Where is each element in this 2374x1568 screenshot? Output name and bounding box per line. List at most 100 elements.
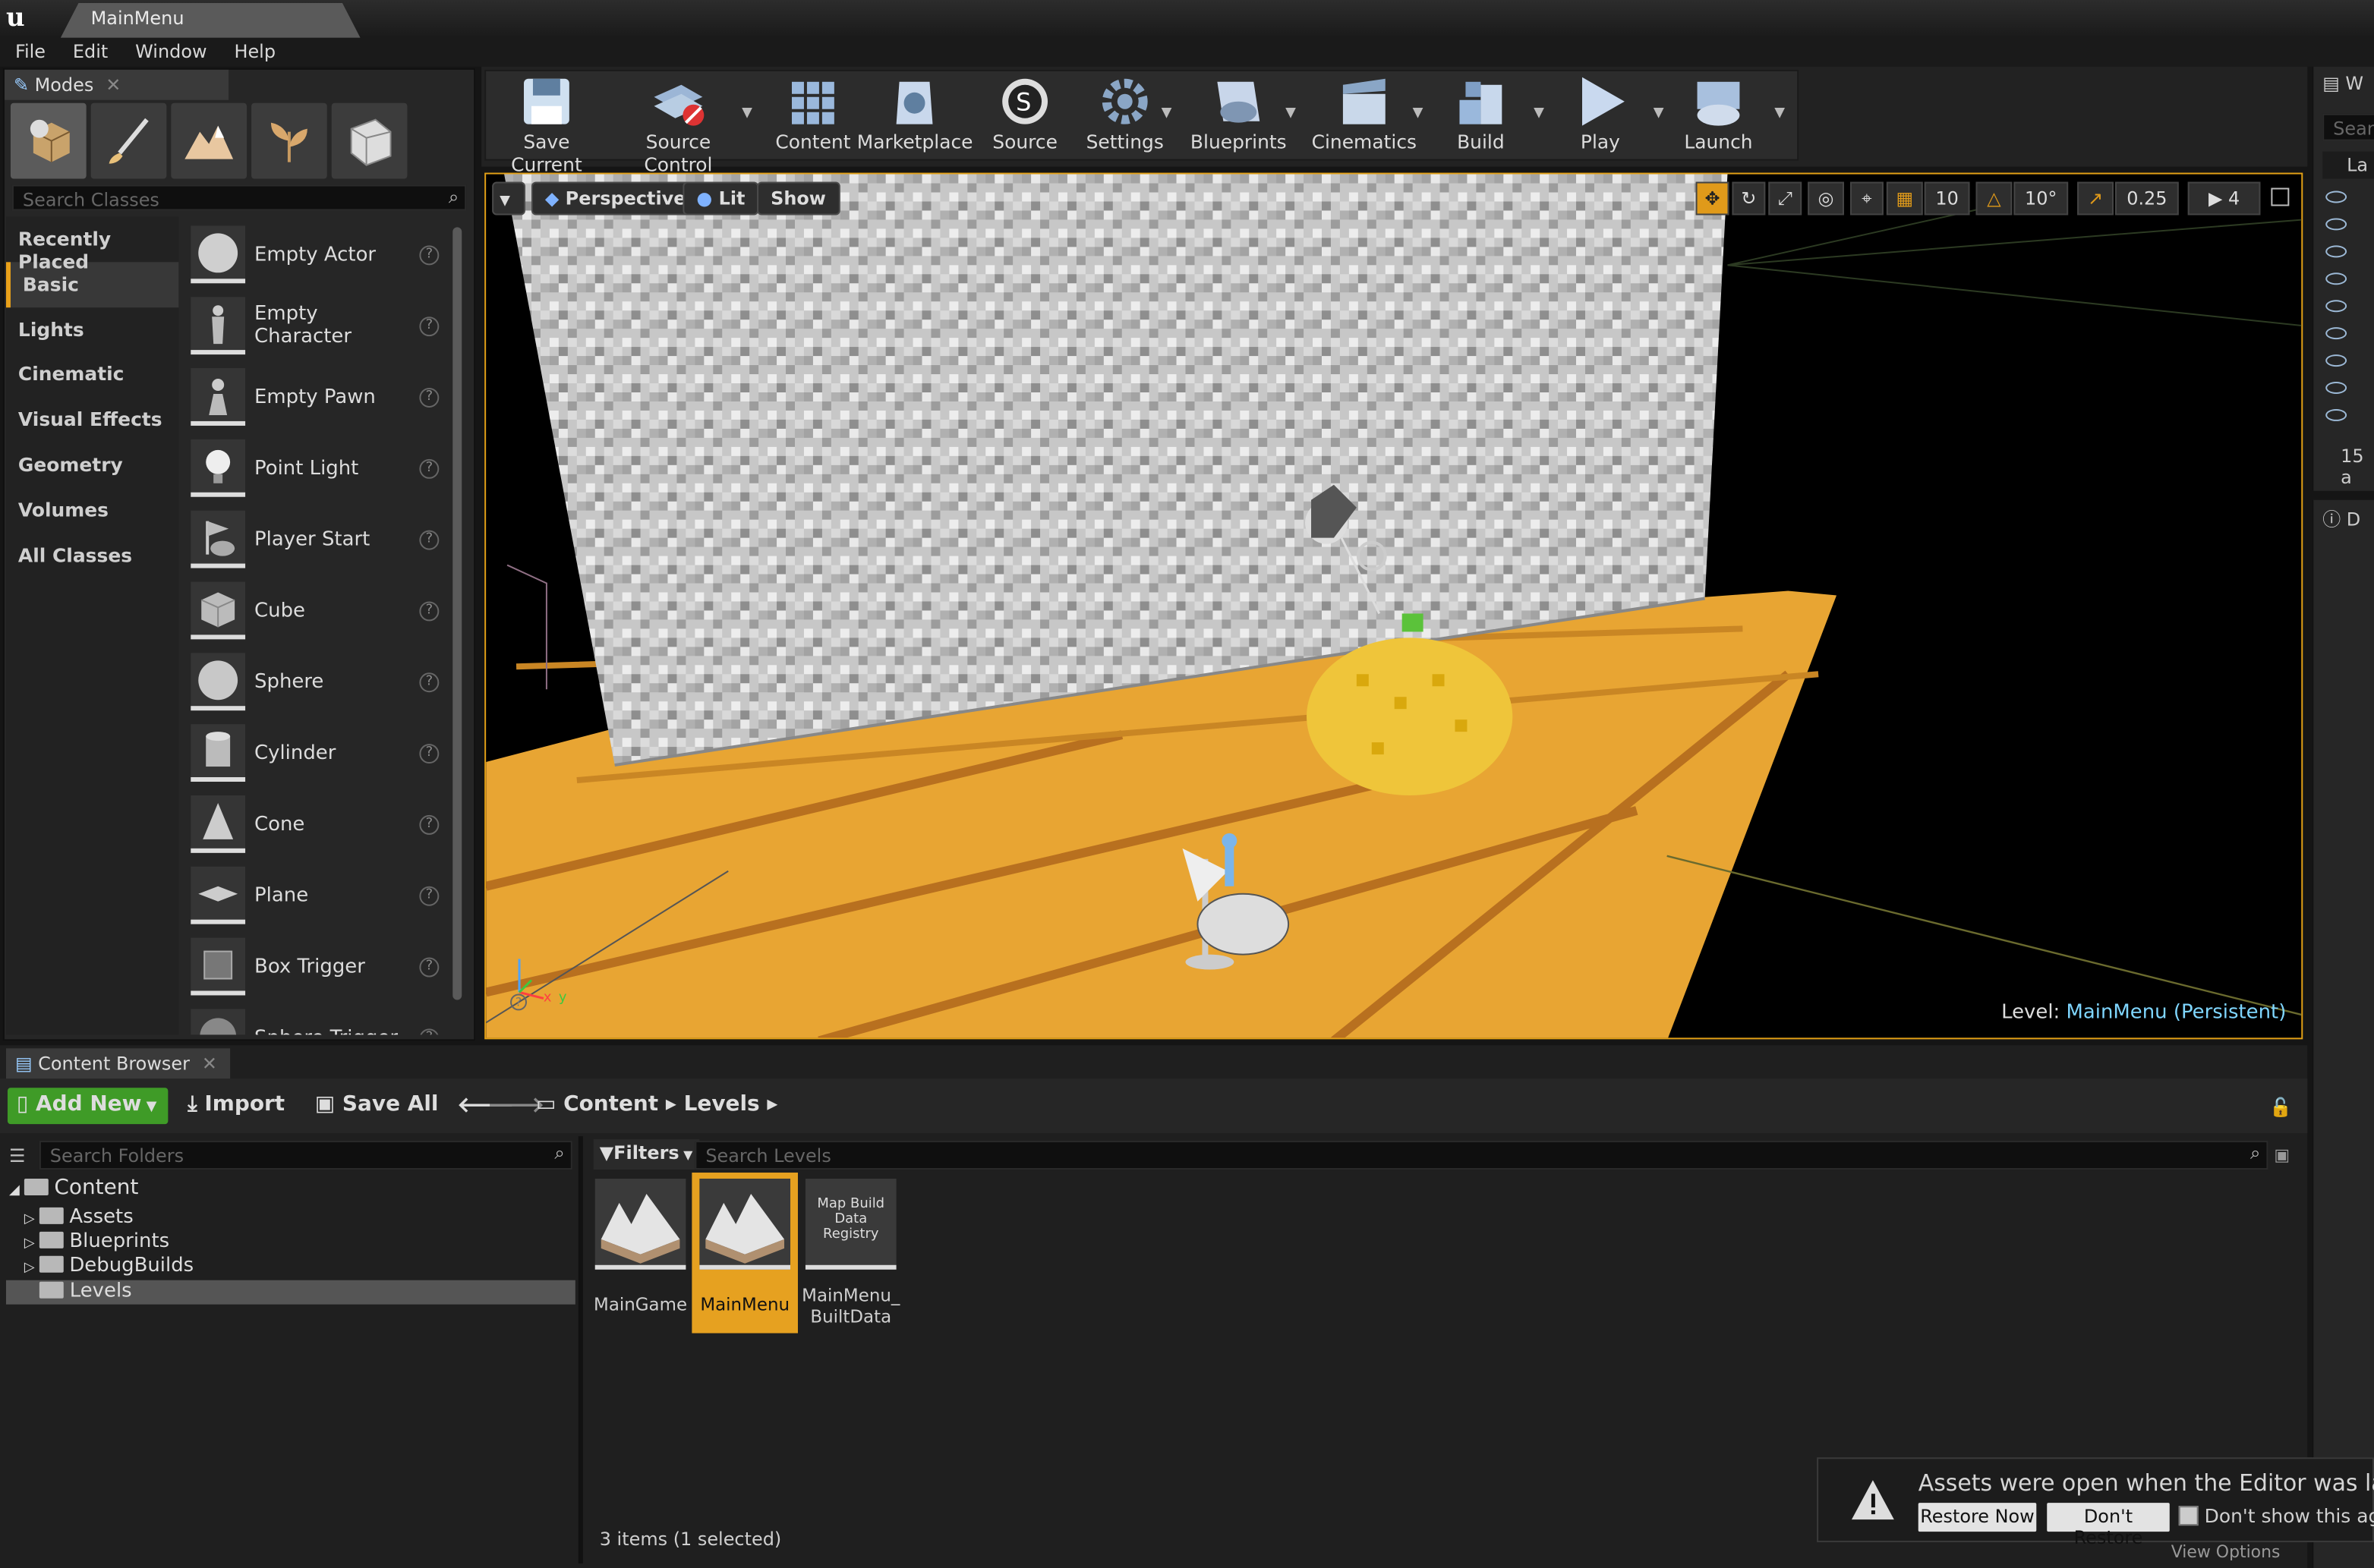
place-mode-button[interactable] — [10, 102, 87, 179]
close-icon[interactable]: ✕ — [106, 74, 121, 96]
visibility-eye-icon[interactable] — [2325, 354, 2347, 367]
launch-dropdown-icon[interactable]: ▼ — [1774, 106, 1789, 121]
build-dropdown-icon[interactable]: ▼ — [1534, 106, 1549, 121]
breadcrumb-content[interactable]: Content — [563, 1092, 658, 1116]
list-item-cube[interactable]: Cube? — [184, 576, 451, 647]
list-item-sphere-trigger[interactable]: Sphere Trigger? — [184, 1003, 451, 1035]
filters-button[interactable]: ▼Filters ▼ — [593, 1139, 699, 1170]
collapsed-arrow-icon[interactable]: ▷ — [24, 1236, 39, 1252]
modes-tab[interactable]: ✎ Modes ✕ — [4, 69, 229, 100]
cinematics-dropdown-icon[interactable]: ▼ — [1413, 106, 1428, 121]
restore-now-button[interactable]: Restore Now — [1918, 1503, 2037, 1532]
play-dropdown-icon[interactable]: ▼ — [1654, 106, 1669, 121]
category-all-classes[interactable]: All Classes — [6, 533, 178, 578]
foliage-mode-button[interactable] — [251, 102, 327, 179]
help-icon[interactable]: ? — [419, 672, 440, 692]
content-button[interactable]: Content — [772, 73, 854, 158]
splitter[interactable] — [578, 1136, 583, 1564]
maximize-viewport-icon[interactable] — [2271, 187, 2290, 206]
landscape-mode-button[interactable] — [171, 102, 247, 179]
content-browser-tab[interactable]: ▤ Content Browser ✕ — [5, 1048, 231, 1079]
world-space-icon[interactable]: ◎ — [1808, 181, 1845, 216]
blueprints-button[interactable]: Blueprints — [1190, 73, 1287, 158]
perspective-button[interactable]: ◆ Perspective — [531, 181, 700, 216]
visibility-eye-icon[interactable] — [2325, 218, 2347, 231]
category-visual-effects[interactable]: Visual Effects — [6, 397, 178, 442]
visibility-eye-icon[interactable] — [2325, 327, 2347, 340]
tree-item-blueprints[interactable]: ▷ Blueprints — [6, 1230, 575, 1255]
asset-maingame-label[interactable]: MainGame — [589, 1294, 692, 1315]
collapsed-arrow-icon[interactable]: ▷ — [24, 1212, 39, 1227]
list-item-box-trigger[interactable]: Box Trigger? — [184, 932, 451, 1003]
sources-toggle-icon[interactable]: ☰ — [9, 1145, 30, 1167]
tree-item-assets[interactable]: ▷ Assets — [6, 1206, 575, 1230]
list-item-empty-pawn[interactable]: Empty Pawn? — [184, 362, 451, 433]
category-recently-placed[interactable]: Recently Placed — [6, 216, 178, 272]
grid-snap-value[interactable]: 10 — [1924, 181, 1970, 216]
help-icon[interactable]: ? — [419, 316, 440, 336]
category-volumes[interactable]: Volumes — [6, 487, 178, 532]
menu-help[interactable]: Help — [219, 38, 288, 62]
cinematics-button[interactable]: Cinematics — [1311, 73, 1417, 158]
asset-maingame-thumbnail[interactable] — [594, 1178, 686, 1270]
category-geometry[interactable]: Geometry — [6, 442, 178, 487]
visibility-eye-icon[interactable] — [2325, 382, 2347, 394]
dont-show-checkbox[interactable] — [2178, 1506, 2199, 1526]
launch-button[interactable]: Launch — [1681, 73, 1757, 158]
source-control-dropdown-icon[interactable]: ▼ — [742, 106, 757, 121]
help-icon[interactable]: ? — [419, 1028, 440, 1035]
help-icon[interactable]: ? — [419, 886, 440, 906]
rotation-snap-icon[interactable]: △ — [1975, 181, 2013, 216]
import-button[interactable]: ⤓ Import — [188, 1088, 285, 1124]
paint-mode-button[interactable] — [90, 102, 167, 179]
breadcrumb-levels[interactable]: Levels — [684, 1092, 760, 1116]
save-current-button[interactable]: Save Current — [490, 73, 603, 176]
help-icon[interactable]: ? — [419, 387, 440, 408]
help-icon[interactable]: ? — [419, 957, 440, 978]
collapsed-arrow-icon[interactable]: ▷ — [24, 1261, 39, 1276]
list-item-empty-actor[interactable]: Empty Actor? — [184, 219, 451, 290]
visibility-eye-icon[interactable] — [2325, 245, 2347, 258]
add-new-button[interactable]: ▯ Add New ▼ — [7, 1088, 169, 1125]
tree-item-levels[interactable]: Levels — [5, 1280, 575, 1305]
camera-speed-button[interactable]: ▶ 4 — [2187, 181, 2261, 216]
category-cinematic[interactable]: Cinematic — [6, 352, 178, 397]
expand-arrow-icon[interactable]: ◢ — [9, 1183, 24, 1198]
save-search-icon[interactable]: ▣ — [2274, 1145, 2290, 1165]
category-lights[interactable]: Lights — [6, 307, 178, 351]
menu-edit[interactable]: Edit — [58, 38, 120, 62]
translate-mode-icon[interactable]: ✥ — [1695, 181, 1729, 216]
chevron-right-icon[interactable]: ▸ — [760, 1092, 777, 1116]
list-item-point-light[interactable]: Point Light? — [184, 433, 451, 504]
document-tab[interactable]: MainMenu — [60, 2, 361, 38]
list-item-sphere[interactable]: Sphere? — [184, 647, 451, 717]
lit-button[interactable]: ● Lit — [683, 181, 759, 216]
save-all-button[interactable]: ▣ Save All — [315, 1088, 439, 1124]
list-item-empty-character[interactable]: Empty Character? — [184, 291, 451, 361]
tree-root-content[interactable]: ◢ Content — [6, 1176, 575, 1206]
settings-dropdown-icon[interactable]: ▼ — [1162, 106, 1177, 121]
list-item-cone[interactable]: Cone? — [184, 789, 451, 860]
scale-snap-value[interactable]: 0.25 — [2114, 181, 2179, 216]
search-levels-input[interactable]: Search Levels ⌕ — [695, 1141, 2268, 1170]
view-options-button[interactable]: View Options — [2171, 1542, 2281, 1560]
asset-builtdata-thumbnail[interactable]: Map Build Data Registry — [805, 1178, 897, 1270]
menu-window[interactable]: Window — [120, 38, 219, 62]
play-button[interactable]: Play — [1562, 73, 1638, 158]
search-classes-input[interactable]: Search Classes ⌕ — [11, 184, 467, 211]
list-item-player-start[interactable]: Player Start? — [184, 505, 451, 575]
class-list-scrollbar[interactable] — [452, 227, 462, 1000]
asset-mainmenu-thumbnail[interactable] — [699, 1178, 791, 1270]
grid-snap-icon[interactable]: ▦ — [1886, 181, 1923, 216]
marketplace-button[interactable]: Marketplace — [857, 73, 973, 158]
details-tab[interactable]: ⓘ D — [2322, 506, 2360, 532]
outliner-search-input[interactable]: Searc — [2322, 113, 2374, 141]
help-icon[interactable]: ? — [419, 530, 440, 550]
visibility-eye-icon[interactable] — [2325, 190, 2347, 203]
scale-mode-icon[interactable]: ⤢ — [1768, 181, 1802, 216]
list-item-cylinder[interactable]: Cylinder? — [184, 718, 451, 789]
chevron-right-icon[interactable]: ▸ — [658, 1092, 683, 1116]
settings-button[interactable]: Settings — [1084, 73, 1166, 158]
help-icon[interactable]: ? — [419, 814, 440, 835]
tree-item-debugbuilds[interactable]: ▷ DebugBuilds — [6, 1255, 575, 1279]
